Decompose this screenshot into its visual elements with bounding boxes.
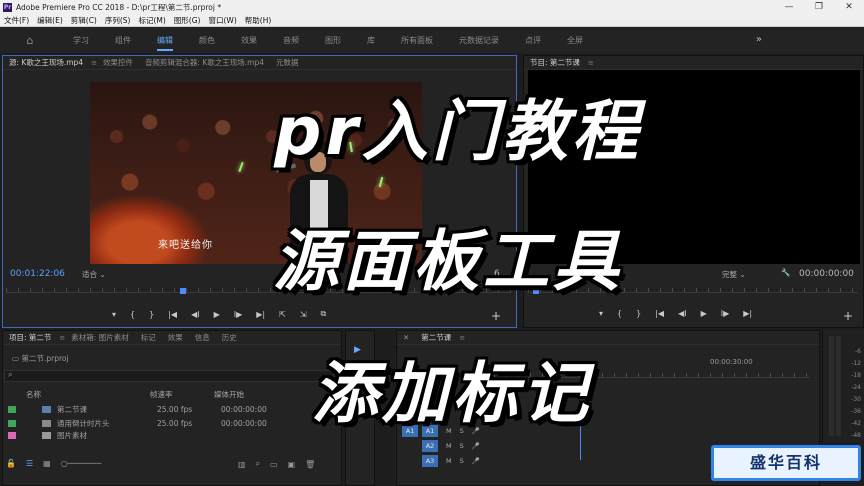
step-forward-icon[interactable]: I▶ — [721, 309, 730, 318]
source-panel-tabs: 源: K歌之王现场.mp4 ≡ 效果控件 音频剪辑混合器: K歌之王现场.mp4… — [3, 56, 516, 70]
zoom-slider[interactable]: ○─────── — [61, 459, 102, 468]
label-color-swatch — [8, 406, 16, 413]
program-transport-controls: ▾ { } |◀ ◀I ▶ I▶ ▶| — [592, 309, 759, 318]
tab-source[interactable]: 源: K歌之王现场.mp4 — [3, 57, 89, 68]
menu-window[interactable]: 窗口(W) — [204, 15, 240, 26]
close-button[interactable]: ✕ — [834, 0, 864, 14]
workspace-review[interactable]: 点评 — [525, 35, 541, 46]
source-button-editor-icon[interactable]: + — [491, 309, 501, 323]
brand-watermark: 盛华百科 — [711, 445, 861, 481]
label-color-swatch — [8, 431, 16, 439]
add-marker-icon[interactable]: ▾ — [112, 310, 116, 319]
overlay-title-line2: 源面板工具 — [273, 223, 623, 300]
tab-program[interactable]: 节目: 第二节课 — [524, 57, 586, 68]
insert-icon[interactable]: ⇱ — [279, 310, 286, 319]
go-to-out-icon[interactable]: ▶| — [256, 310, 265, 319]
tab-audio-clip-mixer[interactable]: 音频剪辑混合器: K歌之王现场.mp4 — [139, 57, 270, 68]
mark-in-icon[interactable]: { — [130, 310, 135, 319]
workspace-fullscreen[interactable]: 全屏 — [567, 35, 583, 46]
workspace-effects[interactable]: 效果 — [241, 35, 257, 46]
track-label — [402, 455, 418, 467]
tab-metadata[interactable]: 元数据 — [270, 57, 305, 68]
workspace-all-panels[interactable]: 所有面板 — [401, 35, 433, 46]
mark-out-icon[interactable]: } — [636, 309, 641, 318]
menu-edit[interactable]: 编辑(E) — [33, 15, 67, 26]
overlay-title-line1: pr入门教程 — [274, 93, 642, 170]
minimize-button[interactable]: — — [774, 0, 804, 14]
project-actions: ▥ ⌕ ▭ ▣ 🗑 — [238, 459, 325, 469]
icon-view-icon[interactable]: ▦ — [43, 459, 51, 468]
search-icon: ⌕ — [8, 370, 13, 379]
mute-icon[interactable]: M — [446, 442, 452, 450]
workspace-audio[interactable]: 音频 — [283, 35, 299, 46]
menu-sequence[interactable]: 序列(S) — [101, 15, 135, 26]
overlay-title-line3: 添加标记 — [312, 355, 592, 432]
track-label — [402, 440, 418, 452]
label-color-swatch — [8, 420, 16, 427]
export-frame-icon[interactable]: ⧉ — [321, 309, 327, 319]
title-bar: Pr Adobe Premiere Pro CC 2018 - D:\pr工程\… — [0, 0, 864, 14]
tab-effect-controls[interactable]: 效果控件 — [97, 57, 139, 68]
go-to-in-icon[interactable]: |◀ — [655, 309, 664, 318]
automate-icon[interactable]: ▥ — [238, 460, 246, 469]
workspace-color[interactable]: 颜色 — [199, 35, 215, 46]
source-transport-controls: ▾ { } |◀ ◀I ▶ I▶ ▶| ⇱ ⇲ ⧉ — [105, 309, 333, 319]
step-back-icon[interactable]: ◀I — [191, 310, 200, 319]
audio-track-a2[interactable]: A2 M S 🎤 — [402, 439, 484, 453]
track-target[interactable]: A2 — [422, 440, 438, 452]
window-title: Adobe Premiere Pro CC 2018 - D:\pr工程\第二节… — [16, 2, 222, 12]
go-to-in-icon[interactable]: |◀ — [168, 310, 177, 319]
audio-track-a3[interactable]: A3 M S 🎤 — [402, 454, 484, 468]
solo-icon[interactable]: S — [460, 442, 464, 450]
play-icon[interactable]: ▶ — [214, 310, 220, 319]
menu-file[interactable]: 文件(F) — [0, 15, 33, 26]
list-view-icon[interactable]: ☰ — [26, 459, 33, 468]
maximize-button[interactable]: ❐ — [804, 0, 834, 14]
mute-icon[interactable]: M — [446, 457, 452, 465]
workspace-graphics[interactable]: 图形 — [325, 35, 341, 46]
workspace-libraries[interactable]: 库 — [367, 35, 375, 46]
workspace-learn[interactable]: 学习 — [73, 35, 89, 46]
mic-icon[interactable]: 🎤 — [472, 442, 480, 450]
track-target[interactable]: A3 — [422, 455, 438, 467]
menu-help[interactable]: 帮助(H) — [241, 15, 276, 26]
workspace-editing[interactable]: 编辑 — [157, 35, 173, 51]
home-icon[interactable]: ⌂ — [0, 34, 60, 47]
go-to-out-icon[interactable]: ▶| — [743, 309, 752, 318]
workspace-assembly[interactable]: 组件 — [115, 35, 131, 46]
step-forward-icon[interactable]: I▶ — [234, 310, 243, 319]
add-marker-icon[interactable]: ▾ — [599, 309, 603, 318]
menu-bar: 文件(F) 编辑(E) 剪辑(C) 序列(S) 标记(M) 图形(G) 窗口(W… — [0, 14, 864, 27]
overwrite-icon[interactable]: ⇲ — [300, 310, 307, 319]
mark-out-icon[interactable]: } — [149, 310, 154, 319]
workspace-more-icon[interactable]: » — [756, 34, 762, 45]
project-bottom-toolbar: 🔓 ☰ ▦ ○─────── — [6, 459, 111, 468]
program-panel-tabs: 节目: 第二节课 ≡ — [524, 56, 863, 70]
menu-marker[interactable]: 标记(M) — [134, 15, 169, 26]
mark-in-icon[interactable]: { — [617, 309, 622, 318]
step-back-icon[interactable]: ◀I — [678, 309, 687, 318]
menu-graphics[interactable]: 图形(G) — [170, 15, 205, 26]
window-controls: — ❐ ✕ — [774, 0, 864, 14]
menu-clip[interactable]: 剪辑(C) — [67, 15, 101, 26]
mic-icon[interactable]: 🎤 — [472, 457, 480, 465]
workspace-bar: ⌂ 学习 组件 编辑 颜色 效果 音频 图形 库 所有面板 元数据记录 点评 全… — [0, 27, 864, 53]
panel-menu-icon[interactable]: ≡ — [588, 59, 594, 67]
lock-icon[interactable]: 🔓 — [6, 459, 16, 468]
play-icon[interactable]: ▶ — [701, 309, 707, 318]
trash-icon[interactable]: 🗑 — [305, 460, 315, 469]
workspace-metadata-logging[interactable]: 元数据记录 — [459, 35, 499, 46]
new-item-icon[interactable]: ▣ — [288, 460, 296, 469]
find-icon[interactable]: ⌕ — [256, 459, 260, 469]
premiere-app-icon: Pr — [3, 2, 12, 12]
solo-icon[interactable]: S — [460, 457, 464, 465]
program-button-editor-icon[interactable]: + — [843, 309, 853, 323]
new-bin-icon[interactable]: ▭ — [270, 460, 278, 469]
